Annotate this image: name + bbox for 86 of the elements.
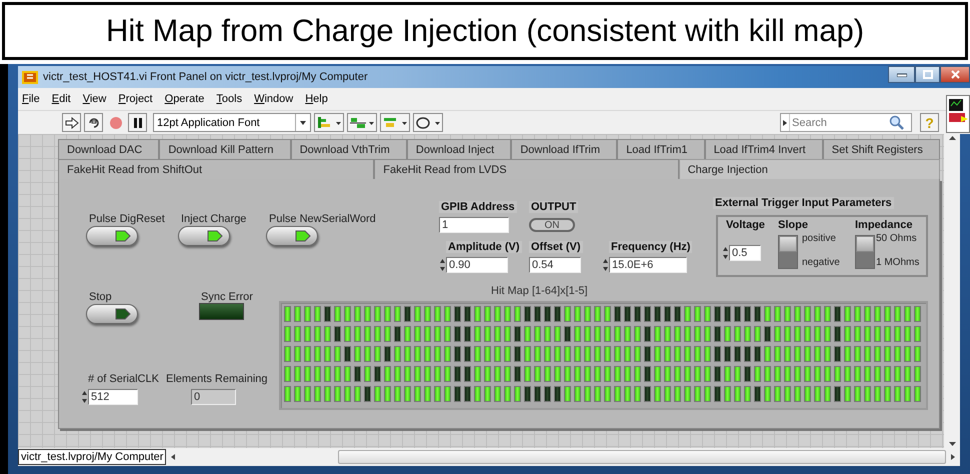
control-label: Pulse NewSerialWord — [269, 213, 376, 225]
minimize-icon — [896, 72, 906, 76]
menu-item[interactable]: Tools — [216, 93, 242, 105]
menu-item[interactable]: Operate — [164, 93, 204, 105]
minimize-button[interactable] — [888, 66, 915, 83]
search-icon — [889, 114, 905, 130]
menu-item[interactable]: Project — [118, 93, 153, 105]
toggle-switch[interactable] — [855, 235, 875, 269]
option-label: negative — [802, 257, 840, 268]
tab[interactable]: Download Inject — [406, 139, 512, 159]
align-icon — [316, 116, 342, 130]
control-label: Elements Remaining — [166, 373, 268, 385]
tab[interactable]: Download IfTrim — [511, 139, 618, 159]
resize-icon — [382, 116, 408, 130]
option-label: 1 MOhms — [876, 257, 920, 268]
menu-item[interactable]: Window — [254, 93, 294, 105]
control-label: Sync Error — [201, 291, 253, 303]
push-button[interactable] — [266, 226, 318, 246]
control-label: Offset (V) — [529, 241, 582, 253]
tab[interactable]: Load IfTrim4 Invert — [704, 139, 823, 159]
control-label: Frequency (Hz) — [609, 241, 692, 253]
reorder-icon — [415, 116, 441, 130]
control-label: Stop — [89, 291, 112, 303]
close-icon — [950, 70, 960, 79]
push-button[interactable] — [178, 226, 230, 246]
search-field[interactable]: Search — [780, 113, 912, 132]
control-label: OUTPUT — [529, 201, 578, 213]
run-continuously-icon — [86, 116, 100, 130]
distribute-button[interactable] — [347, 113, 377, 132]
tab[interactable]: Download DAC — [58, 139, 160, 159]
abort-icon — [108, 116, 122, 130]
tab[interactable]: Download Kill Pattern — [159, 139, 291, 159]
option-label: 50 Ohms — [876, 233, 917, 244]
close-button[interactable] — [940, 66, 970, 83]
control-label: Impedance — [854, 219, 914, 231]
pause-icon — [132, 116, 142, 128]
numeric-field[interactable]: 0.5 — [729, 245, 761, 261]
align-button[interactable] — [314, 113, 344, 132]
search-input[interactable]: Search — [790, 116, 889, 128]
toggle-switch[interactable] — [778, 235, 798, 269]
tab[interactable]: FakeHit Read from LVDS — [374, 159, 679, 179]
numeric-field[interactable]: 1 — [439, 217, 509, 233]
app-icon — [22, 70, 38, 84]
maximize-icon — [922, 70, 932, 79]
control-label: # of SerialCLK — [88, 373, 159, 385]
control-label: Voltage — [725, 219, 766, 231]
reorder-button[interactable] — [413, 113, 443, 132]
control-label: External Trigger Input Parameters — [713, 197, 894, 209]
pause-button[interactable] — [128, 113, 147, 132]
tab[interactable]: FakeHit Read from ShiftOut — [58, 159, 374, 179]
caret-icon — [781, 114, 790, 131]
numeric-field[interactable]: 0.54 — [529, 257, 581, 273]
control-label: Amplitude (V) — [446, 241, 522, 253]
numeric-field[interactable]: 512 — [88, 389, 138, 405]
maximize-button[interactable] — [915, 66, 940, 83]
run-icon — [64, 116, 78, 128]
numeric-indicator: 0 — [191, 389, 236, 405]
scroll-left-icon[interactable] — [170, 453, 176, 461]
tab[interactable]: Load IfTrim1 — [617, 139, 705, 159]
tab[interactable]: Charge Injection — [678, 159, 940, 179]
project-path: victr_test.lvproj/My Computer — [18, 449, 166, 465]
tab[interactable]: Download VthTrim — [290, 139, 407, 159]
menu-item[interactable]: Edit — [52, 93, 71, 105]
menu-item[interactable]: Help — [305, 93, 328, 105]
window-title: victr_test_HOST41.vi Front Panel on victr_test.lvproj/My Computer — [43, 71, 368, 83]
slide-title: Hit Map from Charge Injection (consistent with kill map) — [106, 13, 864, 49]
control-label: Inject Charge — [181, 213, 246, 225]
menu-item[interactable]: View — [82, 93, 106, 105]
control-label: GPIB Address — [439, 201, 517, 213]
run-button[interactable] — [62, 113, 81, 132]
font-dropdown[interactable]: 12pt Application Font — [153, 113, 311, 132]
push-button[interactable] — [86, 304, 138, 324]
tab[interactable]: Set Shift Registers — [822, 139, 940, 159]
control-label: Slope — [777, 219, 809, 231]
numeric-field[interactable]: 0.90 — [446, 257, 508, 273]
menu-item[interactable]: File — [22, 93, 40, 105]
numeric-field[interactable]: 15.0E+6 — [609, 257, 687, 273]
option-label: positive — [802, 233, 836, 244]
vi-icon[interactable] — [946, 95, 970, 133]
control-label: Pulse DigReset — [89, 213, 165, 225]
scroll-right-icon[interactable] — [950, 453, 956, 461]
distribute-icon — [349, 116, 375, 130]
push-button[interactable] — [86, 226, 138, 246]
hit-map-label: Hit Map [1-64]x[1-5] — [491, 285, 588, 297]
output-button[interactable]: ON — [529, 218, 575, 232]
run-continuously-button[interactable] — [84, 113, 103, 132]
